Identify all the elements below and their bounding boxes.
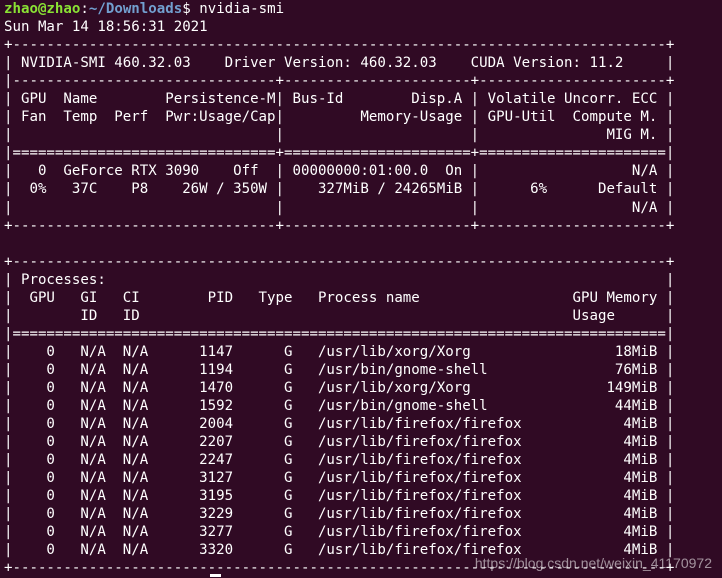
output-line: | 0 N/A N/A 3277 G /usr/lib/firefox/fire… [4, 524, 675, 541]
output-line: | 0 N/A N/A 2004 G /usr/lib/firefox/fire… [4, 416, 675, 433]
output-line: | ID ID Usage | [4, 307, 675, 324]
output-line: +-------------------------------+-------… [4, 217, 675, 234]
terminal-window[interactable]: zhao@zhao:~/Downloads$ nvidia-smi Sun Ma… [4, 0, 722, 577]
output-line: | 0 N/A N/A 2247 G /usr/lib/firefox/fire… [4, 452, 675, 469]
watermark-text: https://blog.csdn.net/weixin_41170972 [474, 555, 712, 571]
output-line: | 0 N/A N/A 3195 G /usr/lib/firefox/fire… [4, 488, 675, 505]
output-line: | 0 N/A N/A 1592 G /usr/bin/gnome-shell … [4, 398, 675, 415]
output-line: | GPU Name Persistence-M| Bus-Id Disp.A … [4, 91, 675, 108]
output-line: | 0 GeForce RTX 3090 Off | 00000000:01:0… [4, 163, 675, 180]
output-line: |=======================================… [4, 325, 675, 342]
output-line: | GPU GI CI PID Type Process name GPU Me… [4, 289, 675, 306]
output-line: | 0 N/A N/A 3127 G /usr/lib/firefox/fire… [4, 470, 675, 487]
prompt-symbol: $ [182, 1, 191, 17]
output-line: | Processes: | [4, 271, 675, 288]
output-line: | 0 N/A N/A 1147 G /usr/lib/xorg/Xorg 18… [4, 343, 675, 360]
output-line: | 0 N/A N/A 1470 G /usr/lib/xorg/Xorg 14… [4, 379, 675, 396]
output-line: | | | MIG M. | [4, 127, 675, 144]
nvidia-smi-output: +---------------------------------------… [4, 36, 722, 577]
prompt-path: ~/Downloads [88, 1, 183, 17]
output-line: |===============================+=======… [4, 145, 675, 162]
output-line: | 0% 37C P8 26W / 350W | 327MiB / 24265M… [4, 181, 675, 198]
output-line: | | | N/A | [4, 199, 675, 216]
output-line: | 0 N/A N/A 1194 G /usr/bin/gnome-shell … [4, 361, 675, 378]
command-text: nvidia-smi [199, 1, 285, 17]
output-line: | 0 N/A N/A 2207 G /usr/lib/firefox/fire… [4, 434, 675, 451]
output-line: | Fan Temp Perf Pwr:Usage/Cap| Memory-Us… [4, 109, 675, 126]
output-line: |-------------------------------+-------… [4, 73, 675, 90]
prompt-user-host: zhao@zhao [4, 1, 81, 17]
timestamp-line: Sun Mar 14 18:56:31 2021 [4, 19, 208, 36]
output-line: | 0 N/A N/A 3229 G /usr/lib/firefox/fire… [4, 506, 675, 523]
output-line: | NVIDIA-SMI 460.32.03 Driver Version: 4… [4, 55, 675, 72]
output-line: +---------------------------------------… [4, 37, 675, 54]
output-line: +---------------------------------------… [4, 253, 675, 270]
prompt-line: zhao@zhao:~/Downloads$ nvidia-smi [4, 1, 285, 17]
